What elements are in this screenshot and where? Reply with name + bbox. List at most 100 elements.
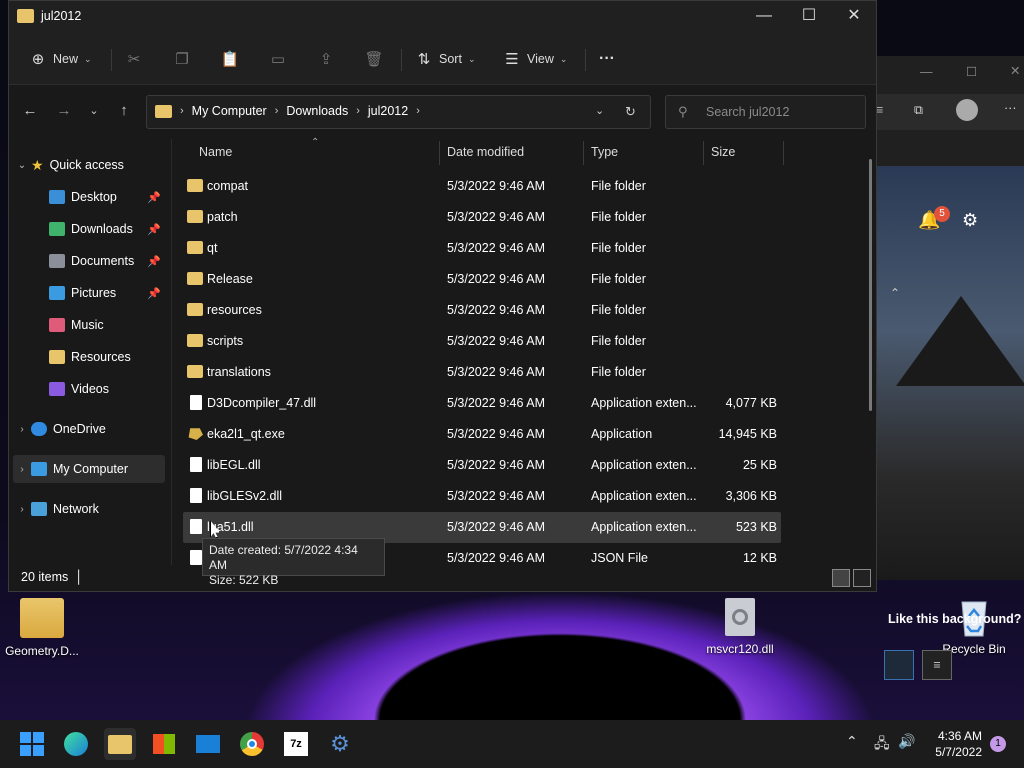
copy-button[interactable]: ❐ <box>173 45 191 73</box>
close-icon[interactable]: ✕ <box>1010 63 1020 78</box>
chrome-taskbar-button[interactable] <box>236 728 268 760</box>
7zip-taskbar-button[interactable]: 7z <box>280 728 312 760</box>
see-more-button[interactable]: ··· <box>599 45 615 73</box>
nav-quick-access[interactable]: ⌄ ★ Quick access <box>13 151 165 179</box>
grid-view-icon[interactable] <box>884 650 914 680</box>
sidebar-item-videos[interactable]: Videos <box>13 375 165 403</box>
chevron-down-icon[interactable]: ⌄ <box>13 160 31 171</box>
back-button[interactable]: ← <box>19 100 41 122</box>
pin-icon[interactable]: 📌 <box>147 255 161 268</box>
list-view-icon[interactable]: ≡ <box>922 650 952 680</box>
file-explorer-taskbar-button[interactable] <box>104 728 136 760</box>
column-divider[interactable] <box>583 141 584 165</box>
nav-network[interactable]: › Network <box>13 495 165 523</box>
address-history-chevron-icon[interactable]: ⌄ <box>595 104 604 117</box>
search-input[interactable]: ⚲ Search jul2012 <box>665 95 866 129</box>
start-button[interactable] <box>16 728 48 760</box>
column-divider[interactable] <box>783 141 784 165</box>
file-row[interactable]: scripts 5/3/2022 9:46 AM File folder <box>183 326 781 357</box>
view-button[interactable]: ☰ View ⌄ <box>503 45 567 73</box>
cut-button[interactable]: ✂ <box>125 45 143 73</box>
sort-button[interactable]: ⇅ Sort ⌄ <box>415 45 476 73</box>
mail-taskbar-button[interactable] <box>192 728 224 760</box>
background-window[interactable]: — ☐ ✕ ≡ ⧉ ··· 🔔 5 ⚙ ⌃ Like this backgrou… <box>876 56 1024 680</box>
chevron-right-icon[interactable]: › <box>275 105 279 117</box>
pane-divider[interactable] <box>171 139 172 565</box>
breadcrumb-my-computer[interactable]: My Computer <box>192 104 267 118</box>
store-taskbar-button[interactable] <box>148 728 180 760</box>
maximize-button[interactable]: ☐ <box>786 1 832 33</box>
sidebar-item-pictures[interactable]: Pictures 📌 <box>13 279 165 307</box>
sidebar-item-documents[interactable]: Documents 📌 <box>13 247 165 275</box>
sidebar-item-desktop[interactable]: Desktop 📌 <box>13 183 165 211</box>
share-button[interactable]: ⇪ <box>317 45 335 73</box>
desktop-icon-recycle-bin[interactable]: Recycle Bin <box>932 596 1016 656</box>
file-row[interactable]: translations 5/3/2022 9:46 AM File folder <box>183 357 781 388</box>
new-button[interactable]: ⊕ New ⌄ <box>29 45 92 73</box>
file-row[interactable]: qt 5/3/2022 9:46 AM File folder <box>183 233 781 264</box>
column-divider[interactable] <box>439 141 440 165</box>
title-bar[interactable]: jul2012 — ☐ ✕ <box>9 1 876 33</box>
refresh-icon[interactable]: ↻ <box>625 104 636 120</box>
file-row[interactable]: patch 5/3/2022 9:46 AM File folder <box>183 202 781 233</box>
gear-icon[interactable]: ⚙ <box>962 210 978 231</box>
edge-taskbar-button[interactable] <box>60 728 92 760</box>
maximize-icon[interactable]: ☐ <box>966 64 977 79</box>
column-name[interactable]: Name <box>199 145 232 159</box>
desktop-icon-geometry[interactable]: Geometry.D... <box>0 598 84 658</box>
minimize-icon[interactable]: — <box>920 65 933 79</box>
chevron-right-icon[interactable]: › <box>13 424 31 435</box>
file-row[interactable]: eka2l1_qt.exe 5/3/2022 9:46 AM Application… <box>183 419 781 450</box>
paste-button[interactable]: 📋 <box>221 45 240 73</box>
sidebar-item-downloads[interactable]: Downloads 📌 <box>13 215 165 243</box>
breadcrumb-downloads[interactable]: Downloads <box>286 104 348 118</box>
file-row[interactable]: libEGL.dll 5/3/2022 9:46 AM Application ex… <box>183 450 781 481</box>
vertical-scrollbar[interactable] <box>869 159 872 411</box>
tray-overflow-chevron-icon[interactable]: ⌃ <box>846 733 858 750</box>
file-row[interactable]: libGLESv2.dll 5/3/2022 9:46 AM Application… <box>183 481 781 512</box>
large-icons-view-icon[interactable] <box>853 569 871 587</box>
file-row[interactable]: D3Dcompiler_47.dll 5/3/2022 9:46 AM Applic… <box>183 388 781 419</box>
notification-badge[interactable]: 1 <box>990 736 1006 752</box>
chevron-right-icon[interactable]: › <box>13 464 31 475</box>
file-row[interactable]: resources 5/3/2022 9:46 AM File folder <box>183 295 781 326</box>
column-type[interactable]: Type <box>591 145 618 159</box>
profile-avatar-icon[interactable] <box>956 99 978 121</box>
column-size[interactable]: Size <box>711 145 735 159</box>
taskbar-clock[interactable]: 4:36 AM 5/7/2022 <box>935 728 982 760</box>
background-window-titlebar[interactable]: — ☐ ✕ <box>876 56 1024 94</box>
desktop-icon-msvcr120[interactable]: msvcr120.dll <box>698 598 782 656</box>
menu-icon[interactable]: ≡ <box>876 103 883 117</box>
more-icon[interactable]: ··· <box>1004 101 1017 115</box>
file-explorer-window[interactable]: jul2012 — ☐ ✕ ⊕ New ⌄ ✂ ❐ 📋 ▭ ⇪ 🗑 ⇅ Sort… <box>8 0 877 592</box>
chevron-right-icon[interactable]: › <box>356 105 360 117</box>
file-row[interactable]: Release 5/3/2022 9:46 AM File folder <box>183 264 781 295</box>
rename-button[interactable]: ▭ <box>269 45 287 73</box>
collections-icon[interactable]: ⧉ <box>914 103 923 118</box>
sidebar-item-music[interactable]: Music <box>13 311 165 339</box>
recent-locations-button[interactable]: ⌄ <box>83 100 105 122</box>
settings-taskbar-button[interactable]: ⚙ <box>324 728 356 760</box>
up-button[interactable]: ↑ <box>113 100 135 122</box>
nav-my-computer[interactable]: › My Computer <box>13 455 165 483</box>
column-date-modified[interactable]: Date modified <box>447 145 524 159</box>
file-row[interactable]: compat 5/3/2022 9:46 AM File folder <box>183 171 781 202</box>
forward-button[interactable]: → <box>53 100 75 122</box>
chevron-right-icon[interactable]: › <box>13 504 31 515</box>
close-button[interactable]: ✕ <box>831 1 877 33</box>
delete-button[interactable]: 🗑 <box>364 45 383 73</box>
nav-onedrive[interactable]: › OneDrive <box>13 415 165 443</box>
chevron-right-icon[interactable]: › <box>416 105 420 117</box>
minimize-button[interactable]: — <box>741 1 787 33</box>
details-view-icon[interactable] <box>832 569 850 587</box>
breadcrumb-jul2012[interactable]: jul2012 <box>368 104 408 118</box>
chevron-up-icon[interactable]: ⌃ <box>890 286 900 300</box>
pin-icon[interactable]: 📌 <box>147 287 161 300</box>
volume-icon[interactable]: 🔊 <box>898 733 915 750</box>
address-bar[interactable]: › My Computer › Downloads › jul2012 › ⌄ … <box>146 95 651 129</box>
sidebar-item-resources[interactable]: Resources <box>13 343 165 371</box>
network-icon[interactable]: 🖧 <box>874 733 890 757</box>
column-divider[interactable] <box>703 141 704 165</box>
pin-icon[interactable]: 📌 <box>147 223 161 236</box>
pin-icon[interactable]: 📌 <box>147 191 161 204</box>
